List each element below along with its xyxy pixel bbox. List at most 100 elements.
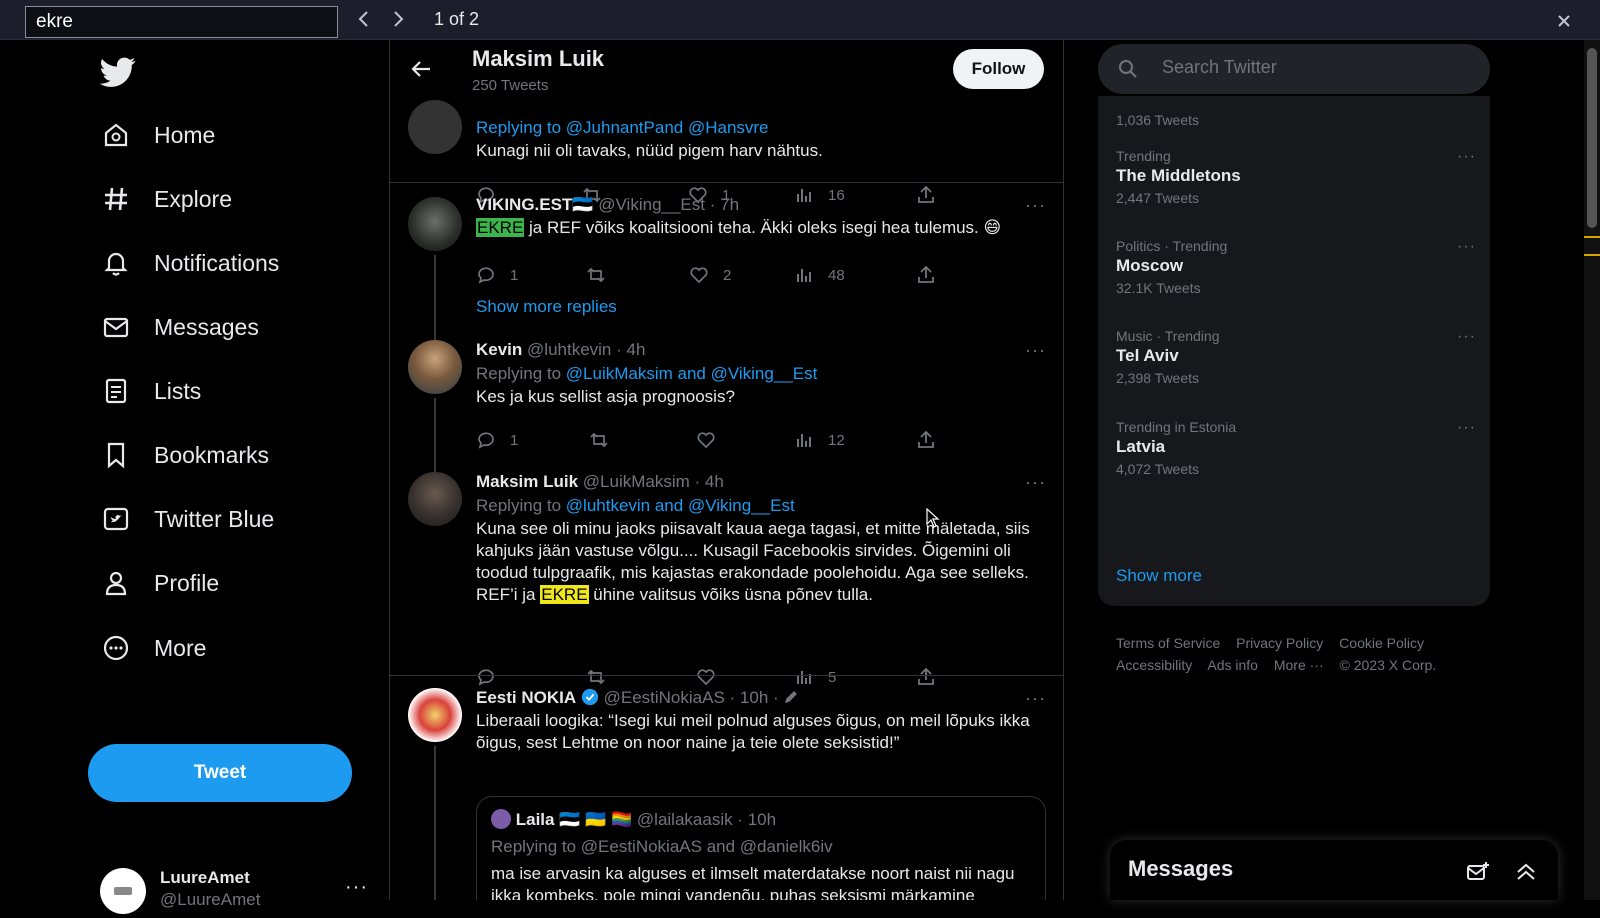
nav-more[interactable]: More — [100, 626, 206, 670]
nav-twitter-blue[interactable]: Twitter Blue — [100, 497, 274, 541]
right-sidebar: 1,036 Tweets Trending The Middletons 2,4… — [1098, 40, 1498, 900]
bell-icon — [100, 247, 132, 279]
author-handle[interactable]: @LuikMaksim — [583, 472, 690, 491]
tweet-more-button[interactable]: ··· — [1025, 472, 1046, 493]
footer-link[interactable]: More ··· — [1274, 657, 1324, 673]
expand-chevron-up-icon[interactable] — [1514, 860, 1538, 884]
find-prev-button[interactable] — [350, 8, 378, 36]
nav-bookmarks[interactable]: Bookmarks — [100, 433, 269, 477]
quote-time: · 10h — [737, 810, 777, 829]
tweet-text: Kunagi nii oli tavaks, nüüd pigem harv n… — [476, 141, 823, 160]
footer-link[interactable]: Terms of Service — [1116, 635, 1220, 651]
reply-to-mentions[interactable]: @luhtkevin and @Viking__Est — [566, 496, 795, 515]
views-button[interactable]: 12 — [794, 430, 845, 450]
reply-button[interactable]: 1 — [476, 265, 518, 285]
footer-link[interactable]: Cookie Policy — [1339, 635, 1424, 651]
tweet-more-button[interactable]: ··· — [1025, 688, 1046, 709]
nav-home[interactable]: Home — [100, 113, 215, 157]
tweet-count: 250 Tweets — [472, 77, 549, 94]
account-handle: @LuureAmet — [160, 890, 261, 909]
trend-item[interactable]: Politics · Trending Moscow 32.1K Tweets … — [1116, 238, 1476, 296]
tweet-time[interactable]: · 7h — [710, 195, 739, 214]
twitter-logo-icon[interactable] — [99, 54, 136, 90]
flag-estonia: 🇪🇪 — [572, 195, 594, 214]
retweet-icon — [590, 432, 608, 448]
footer-link[interactable]: Ads info — [1207, 657, 1258, 673]
nav-label-lists: Lists — [154, 377, 202, 404]
find-close-button[interactable] — [1550, 8, 1578, 36]
tweet-time[interactable]: · 4h — [616, 340, 645, 359]
verified-badge-icon — [581, 688, 598, 706]
thread-line — [434, 746, 436, 900]
nav-notifications[interactable]: Notifications — [100, 241, 279, 285]
author-name[interactable]: Maksim Luik — [476, 472, 578, 491]
trend-item[interactable]: Trending in Estonia Latvia 4,072 Tweets … — [1116, 419, 1476, 477]
tweet-button[interactable]: Tweet — [88, 744, 352, 802]
nav-profile[interactable]: Profile — [100, 561, 219, 605]
footer-link[interactable]: Privacy Policy — [1236, 635, 1323, 651]
reply-to: Replying to @luhtkevin and @Viking__Est — [476, 496, 795, 515]
reply-button[interactable]: 1 — [476, 430, 518, 450]
quote-header: Laila 🇪🇪 🇺🇦 🏳️‍🌈 @lailakaasik · 10h — [491, 809, 776, 830]
show-more-replies-link[interactable]: Show more replies — [476, 297, 617, 317]
tweet-text: Kuna see oli minu jaoks piisavalt kaua a… — [476, 519, 1030, 604]
mail-icon — [100, 311, 132, 343]
new-message-icon[interactable] — [1466, 860, 1490, 884]
nav-label-notifications: Notifications — [154, 249, 280, 276]
tweet-more-button[interactable]: ··· — [1025, 195, 1046, 216]
author-name[interactable]: Eesti NOKIA — [476, 688, 576, 707]
follow-button[interactable]: Follow — [953, 49, 1044, 89]
trend-item[interactable]: Trending The Middletons 2,447 Tweets ··· — [1116, 148, 1476, 206]
profile-header: Maksim Luik 250 Tweets Follow — [390, 40, 1063, 98]
trend-more-button[interactable]: ··· — [1457, 328, 1476, 346]
trend-item[interactable]: Music · Trending Tel Aviv 2,398 Tweets ·… — [1116, 328, 1476, 386]
nav-lists[interactable]: Lists — [100, 369, 201, 413]
avatar — [408, 100, 462, 154]
search-box[interactable]: Search Twitter — [1098, 44, 1490, 94]
find-input[interactable] — [25, 6, 338, 38]
nav-messages[interactable]: Messages — [100, 305, 259, 349]
tweet-more-button[interactable]: ··· — [1025, 340, 1046, 361]
messages-drawer[interactable]: Messages — [1110, 840, 1558, 900]
quoted-tweet[interactable]: Laila 🇪🇪 🇺🇦 🏳️‍🌈 @lailakaasik · 10h Repl… — [476, 796, 1046, 900]
trend-more-button[interactable]: ··· — [1457, 419, 1476, 437]
bookmark-icon — [100, 439, 132, 471]
trend-more-button[interactable]: ··· — [1457, 238, 1476, 256]
trend-more-button[interactable]: ··· — [1457, 148, 1476, 166]
quote-text: ma ise arvasin ka alguses et ilmselt mat… — [491, 864, 1015, 900]
author-name[interactable]: Kevin — [476, 340, 522, 359]
author-handle[interactable]: @Viking__Est — [598, 195, 705, 214]
share-button[interactable] — [916, 430, 950, 450]
tweet[interactable]: Kevin @luhtkevin · 4h Replying to @LuikM… — [390, 328, 1063, 478]
nav-explore[interactable]: Explore — [100, 177, 232, 221]
author-name[interactable]: VIKING.EST — [476, 195, 572, 214]
tweet-time[interactable]: · 10h · — [730, 688, 779, 707]
scrollbar-thumb[interactable] — [1587, 48, 1597, 228]
views-button[interactable]: 48 — [794, 265, 845, 285]
footer-link[interactable]: Accessibility — [1116, 657, 1192, 673]
account-switcher[interactable]: LuureAmet @LuureAmet ··· — [100, 868, 370, 918]
tweet[interactable]: Eesti NOKIA @EestiNokiaAS · 10h · Libera… — [390, 676, 1063, 900]
back-arrow-icon[interactable] — [410, 58, 432, 80]
find-next-button[interactable] — [384, 8, 412, 36]
retweet-button[interactable] — [586, 265, 620, 285]
share-button[interactable] — [916, 265, 950, 285]
find-highlight-current: EKRE — [476, 218, 525, 237]
retweet-button[interactable] — [589, 430, 623, 450]
copyright: © 2023 X Corp. — [1339, 657, 1437, 673]
reply-to-mentions[interactable]: @LuikMaksim and @Viking__Est — [566, 364, 818, 383]
more-circle-icon — [100, 632, 132, 664]
author-handle[interactable]: @luhtkevin — [527, 340, 611, 359]
show-more-trends-link[interactable]: Show more — [1116, 566, 1202, 586]
tweet-text: EKRE ja REF võiks koalitsiooni teha. Äkk… — [476, 218, 1002, 237]
twitter-blue-icon — [100, 503, 132, 535]
author-handle[interactable]: @EestiNokiaAS — [604, 688, 725, 707]
tweet-time[interactable]: · 4h — [695, 472, 724, 491]
more-dots-icon[interactable]: ··· — [345, 876, 368, 899]
like-button[interactable]: 2 — [689, 265, 731, 285]
page-scrollbar[interactable] — [1584, 40, 1600, 900]
like-button[interactable] — [696, 430, 730, 450]
nav-label-bookmarks: Bookmarks — [154, 441, 270, 468]
edited-pencil-icon[interactable] — [783, 689, 799, 705]
search-icon — [1118, 59, 1138, 79]
